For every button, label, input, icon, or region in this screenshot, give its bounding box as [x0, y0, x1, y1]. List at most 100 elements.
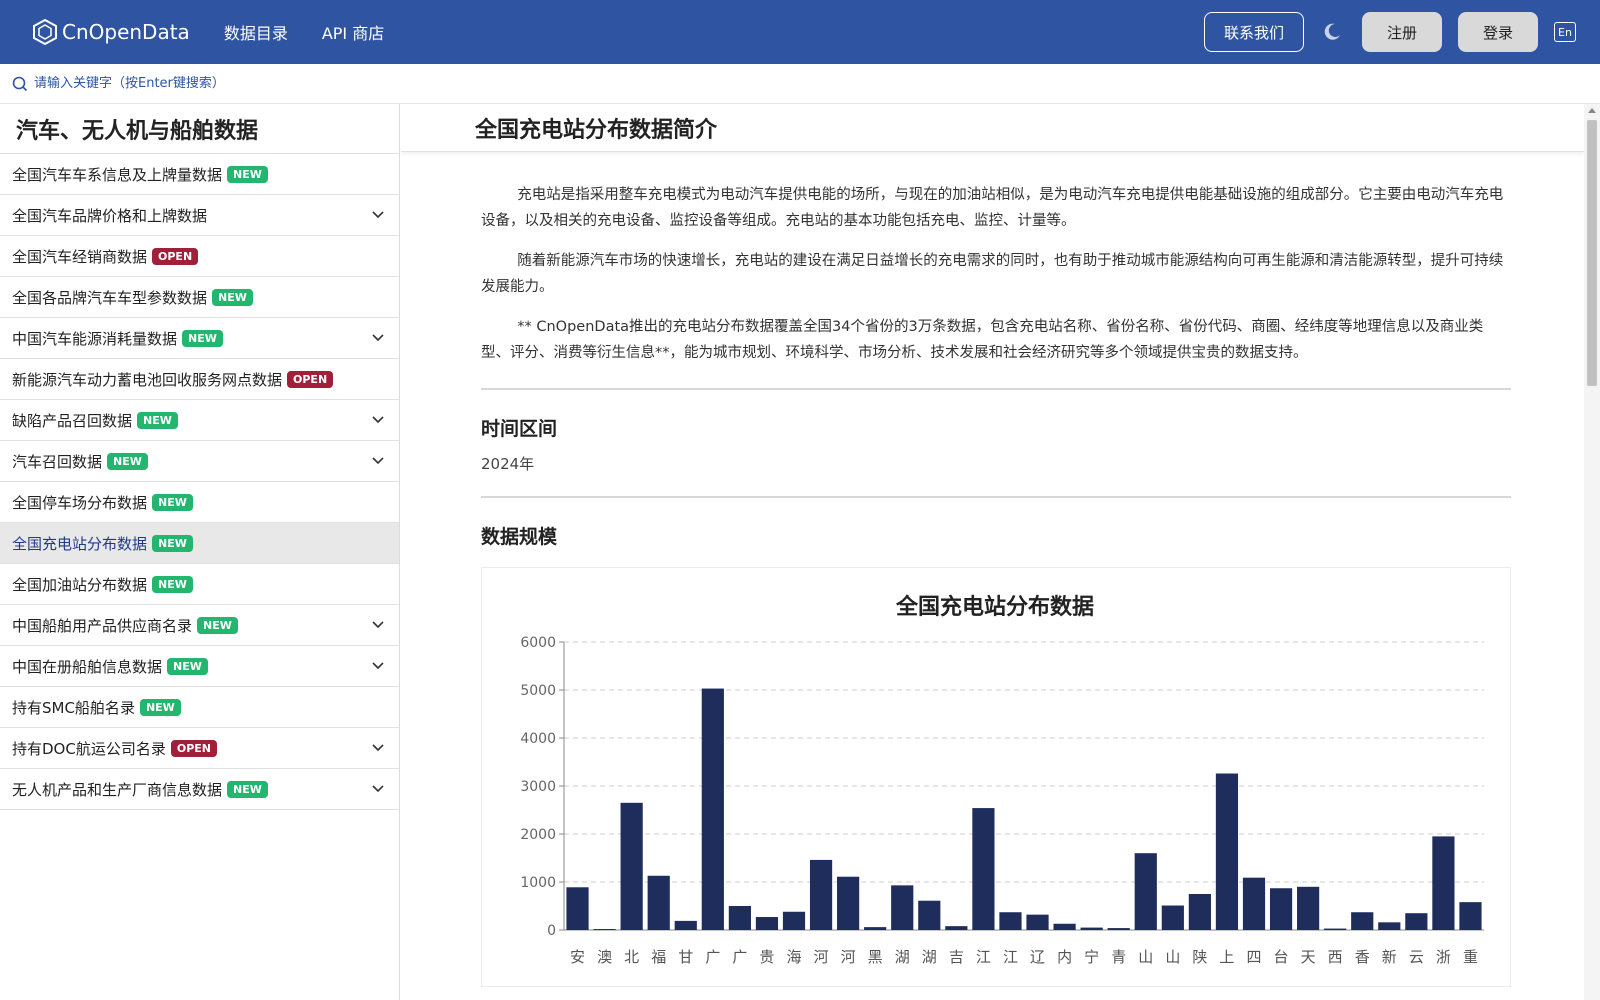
chart-bar	[566, 887, 589, 930]
nav-api-store[interactable]: API 商店	[322, 20, 384, 44]
chart-bar	[1459, 902, 1482, 930]
register-button[interactable]: 注册	[1362, 12, 1442, 52]
nav-data-catalog[interactable]: 数据目录	[224, 20, 288, 44]
search-input[interactable]	[34, 76, 434, 91]
sidebar-title: 汽车、无人机与船舶数据	[0, 104, 399, 154]
sidebar-item[interactable]: 全国加油站分布数据 NEW	[0, 564, 399, 605]
sidebar-item-label: 中国汽车能源消耗量数据	[12, 329, 178, 348]
sidebar-item[interactable]: 缺陷产品召回数据 NEW	[0, 400, 399, 441]
sidebar-item-label: 全国停车场分布数据	[12, 493, 148, 512]
scrollbar-thumb[interactable]	[1587, 120, 1597, 386]
sidebar-item-label: 全国汽车车系信息及上牌量数据	[12, 165, 223, 184]
dark-mode-moon-icon[interactable]	[1322, 22, 1342, 42]
x-tick-label: 江	[1003, 948, 1018, 966]
chart-bar	[972, 808, 995, 930]
x-tick-label: 内	[1057, 948, 1072, 966]
x-tick-label: 青	[1111, 948, 1126, 966]
chevron-down-icon[interactable]	[371, 454, 385, 468]
status-badge: NEW	[197, 616, 238, 634]
sidebar-item[interactable]: 全国充电站分布数据 NEW	[0, 523, 399, 564]
sidebar-item-label: 中国船舶用产品供应商名录	[12, 616, 193, 635]
chart-bar	[1134, 853, 1157, 930]
sidebar-item[interactable]: 汽车召回数据 NEW	[0, 441, 399, 482]
sidebar-item[interactable]: 持有DOC航运公司名录 OPEN	[0, 728, 399, 769]
logo-hexagon-icon	[33, 18, 57, 46]
divider	[481, 388, 1511, 390]
sidebar-item-label: 无人机产品和生产厂商信息数据	[12, 780, 223, 799]
x-tick-label: 湖	[895, 948, 910, 966]
chevron-down-icon[interactable]	[371, 413, 385, 427]
x-tick-label: 安	[570, 948, 585, 966]
period-title: 时间区间	[481, 418, 558, 440]
chart-bar	[837, 876, 860, 930]
status-badge: NEW	[167, 657, 208, 675]
y-tick-label: 3000	[520, 779, 556, 795]
chart-bar	[864, 927, 887, 930]
x-tick-label: 云	[1409, 948, 1424, 966]
sidebar-item[interactable]: 全国停车场分布数据 NEW	[0, 482, 399, 523]
x-tick-label: 陕	[1192, 948, 1207, 966]
status-badge: NEW	[212, 288, 253, 306]
status-badge: NEW	[227, 780, 268, 798]
chart-bar	[945, 926, 968, 930]
sidebar-item[interactable]: 全国汽车品牌价格和上牌数据	[0, 195, 399, 236]
chart-bar	[674, 920, 697, 930]
search-icon	[12, 76, 28, 91]
x-tick-label: 贵	[759, 948, 774, 966]
chart-title: 全国充电站分布数据	[895, 594, 1094, 620]
sidebar-item[interactable]: 中国在册船舶信息数据 NEW	[0, 646, 399, 687]
main-nav: 数据目录 API 商店	[224, 20, 418, 44]
intro-paragraph-1: 充电站是指采用整车充电模式为电动汽车提供电能的场所，与现在的加油站相似，是为电动…	[481, 187, 1504, 229]
page-title: 全国充电站分布数据简介	[401, 104, 1584, 152]
chart-bar	[1405, 913, 1428, 930]
chart-bar	[620, 802, 643, 930]
logo[interactable]: CnOpenData	[32, 18, 190, 46]
sidebar-item-label: 缺陷产品召回数据	[12, 411, 133, 430]
x-tick-label: 重	[1463, 948, 1478, 966]
chevron-down-icon[interactable]	[371, 618, 385, 632]
x-tick-label: 宁	[1084, 948, 1099, 966]
scroll-up-arrow-icon[interactable]	[1588, 108, 1596, 113]
content-body: 充电站是指采用整车充电模式为电动汽车提供电能的场所，与现在的加油站相似，是为电动…	[401, 182, 1511, 987]
chevron-down-icon[interactable]	[371, 782, 385, 796]
sidebar-item[interactable]: 无人机产品和生产厂商信息数据 NEW	[0, 769, 399, 810]
sidebar-item-label: 全国加油站分布数据	[12, 575, 148, 594]
logo-text: CnOpenData	[62, 20, 190, 44]
sidebar-item-label: 全国充电站分布数据	[12, 534, 148, 553]
language-toggle[interactable]: En	[1554, 22, 1576, 42]
header-actions: 联系我们 注册 登录 En	[1204, 0, 1600, 64]
y-tick-label: 1000	[520, 875, 556, 891]
status-badge: OPEN	[152, 247, 199, 265]
sidebar-item[interactable]: 持有SMC船舶名录 NEW	[0, 687, 399, 728]
y-tick-label: 5000	[520, 683, 556, 699]
x-tick-label: 山	[1138, 948, 1153, 966]
chevron-down-icon[interactable]	[371, 331, 385, 345]
x-tick-label: 澳	[597, 948, 612, 966]
y-tick-label: 2000	[520, 827, 556, 843]
sidebar-item[interactable]: 中国船舶用产品供应商名录 NEW	[0, 605, 399, 646]
login-button[interactable]: 登录	[1458, 12, 1538, 52]
contact-button[interactable]: 联系我们	[1204, 12, 1304, 52]
sidebar-item-label: 汽车召回数据	[12, 452, 103, 471]
sidebar-item[interactable]: 中国汽车能源消耗量数据 NEW	[0, 318, 399, 359]
status-badge: NEW	[152, 493, 193, 511]
sidebar-item[interactable]: 新能源汽车动力蓄电池回收服务网点数据 OPEN	[0, 359, 399, 400]
sidebar-item[interactable]: 全国各品牌汽车车型参数数据 NEW	[0, 277, 399, 318]
status-badge: OPEN	[170, 739, 217, 757]
x-tick-label: 广	[705, 948, 720, 966]
sidebar-item[interactable]: 全国汽车车系信息及上牌量数据 NEW	[0, 154, 399, 195]
main-content: 全国充电站分布数据简介 充电站是指采用整车充电模式为电动汽车提供电能的场所，与现…	[401, 104, 1584, 1000]
x-tick-label: 河	[841, 948, 856, 966]
chevron-down-icon[interactable]	[371, 659, 385, 673]
chart-bar	[1161, 905, 1184, 930]
sidebar-item[interactable]: 全国汽车经销商数据 OPEN	[0, 236, 399, 277]
status-badge: NEW	[152, 575, 193, 593]
chart-bar	[1053, 923, 1076, 930]
sidebar-item-label: 全国汽车经销商数据	[12, 247, 148, 266]
chevron-down-icon[interactable]	[371, 741, 385, 755]
status-badge: NEW	[227, 165, 268, 183]
chart-bar	[999, 912, 1022, 930]
vertical-scrollbar[interactable]	[1584, 104, 1600, 1000]
chart-bar	[1269, 888, 1293, 930]
chevron-down-icon[interactable]	[371, 208, 385, 222]
